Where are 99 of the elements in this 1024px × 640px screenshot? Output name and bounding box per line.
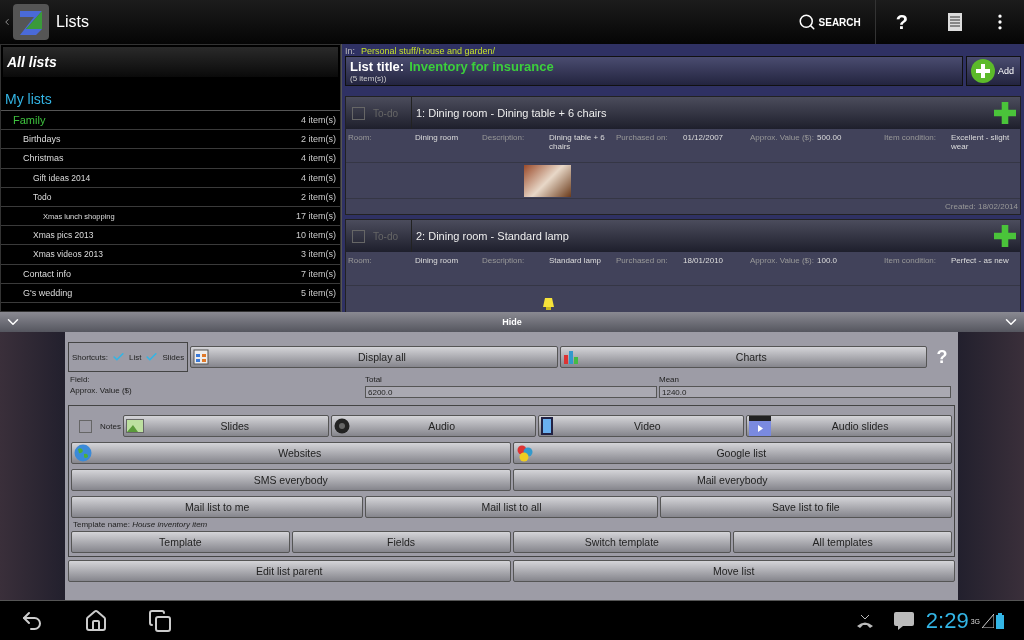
film-icon [541,417,554,435]
signal-icon [982,613,994,628]
action-button[interactable]: Video [538,415,745,437]
plus-icon[interactable] [994,225,1016,247]
field-label: Room: [348,256,373,267]
column-heading: Total [365,375,383,384]
clock: 2:29 [925,607,969,634]
hide-bar[interactable]: Hide [0,312,1024,332]
option-label: List [129,352,142,362]
field-label: Room: [348,133,373,144]
template-name: Template name: House inventory item [73,520,209,529]
home-icon[interactable] [84,608,108,633]
list-item[interactable]: Xmas pics 2013 10 item(s) [1,226,340,246]
recent-apps-icon[interactable] [148,608,172,633]
search-button[interactable]: SEARCH [783,0,875,44]
option-label: Slides [162,352,185,362]
lamp-icon[interactable] [543,297,554,310]
action-button[interactable]: Mail everybody [512,469,952,491]
field-value: 18/01/2010 [683,256,725,267]
action-button[interactable]: Charts [559,346,927,368]
action-button[interactable]: Slides [122,415,329,437]
section-heading: My lists [1,79,340,111]
field-value: 100.0 [817,256,839,267]
list-item[interactable]: Christmas 4 item(s) [1,149,340,169]
column-heading: Mean [659,375,680,384]
photo-placeholder[interactable] [524,164,571,197]
action-button[interactable]: Switch template [512,531,732,553]
list-item[interactable]: Contact info 7 item(s) [1,264,340,284]
shortcuts-label: Shortcuts: [72,352,108,362]
field-value: Dining room [415,256,460,267]
action-button[interactable]: All templates [733,531,952,553]
field-label: Approx. Value ($): [750,256,815,267]
app-logo-icon[interactable] [12,3,50,41]
field-label: Field: [70,375,91,384]
field-label: Item condition: [884,133,938,144]
checkbox[interactable] [79,419,92,433]
checkbox[interactable] [352,229,365,243]
action-button[interactable]: Websites [71,442,511,464]
plus-icon[interactable] [994,102,1016,124]
action-button[interactable]: Mail list to all [365,496,658,518]
action-button[interactable]: Template [71,531,290,553]
add-button[interactable]: Add [966,56,1021,86]
action-button[interactable]: Mail list to me [71,496,364,518]
checkbox[interactable] [352,106,365,120]
field-label: Description: [482,256,526,267]
screen-title: Lists [56,13,90,31]
list-item[interactable]: Family 4 item(s) [1,111,340,131]
stat-field[interactable]: 6200.0 [365,386,657,398]
path-text: Personal stuff/House and garden/ [361,46,495,56]
missed-call-icon [855,612,874,629]
list-item[interactable]: G's wedding 5 item(s) [1,283,340,303]
field-value: Standard lamp [549,256,603,267]
search-icon [797,13,816,31]
action-button[interactable]: Save list to file [659,496,952,518]
field-value: Perfect - as new [951,256,1010,267]
created-date: Created: 18/02/2014 [944,201,1019,213]
field-label: Approx. Value ($): [750,133,815,144]
field-value: 01/12/2007 [683,133,725,144]
speaker-icon [333,418,350,434]
field-label: Item condition: [884,256,938,267]
field-value: Dining room [415,133,460,144]
field-name: Approx. Value ($) [70,386,133,397]
list-item[interactable]: Todo 2 item(s) [1,187,340,207]
circles-icon [515,444,534,462]
action-button[interactable]: Edit list parent [68,560,511,582]
action-button[interactable]: Audio [330,415,537,437]
action-button[interactable]: Audio slides [746,415,953,437]
action-button[interactable]: Move list [512,560,955,582]
field-value: Excellent - slight wear [951,133,1011,153]
action-button[interactable]: SMS everybody [71,469,511,491]
clapperboard-icon [749,416,772,436]
picture-icon [125,419,144,433]
field-label: Description: [482,133,526,144]
field-value: Dining table + 6 chairs [549,133,606,153]
list-item[interactable]: Xmas videos 2013 3 item(s) [1,245,340,265]
plus-circle-icon [971,59,995,83]
action-button[interactable]: Google list [512,442,952,464]
path-label: In: [345,46,355,56]
list-title: Inventory for insurance [409,59,554,74]
message-icon [893,611,914,630]
notes-label: Notes [100,421,121,431]
list-view-icon[interactable] [948,13,962,31]
globe-icon [74,444,92,462]
title-label: List title: [350,59,405,74]
field-value: 500.00 [817,133,843,144]
item-count: (5 item(s)) [350,74,388,83]
item-title[interactable]: 2: Dining room - Standard lamp [412,220,994,252]
bar-chart-icon [562,349,579,365]
action-button[interactable]: Display all [190,346,558,368]
list-item[interactable]: Birthdays 2 item(s) [1,130,340,150]
field-label: Purchased on: [616,256,669,267]
list-item[interactable]: Gift ideas 2014 4 item(s) [1,168,340,188]
stat-field[interactable]: 1240.0 [659,386,951,398]
item-title[interactable]: 1: Dining room - Dining table + 6 chairs [412,97,994,129]
sidebar-title: All lists [3,47,338,77]
grid-icon [193,349,210,365]
action-button[interactable]: Fields [291,531,511,553]
field-label: Purchased on: [616,133,669,144]
battery-icon [996,612,1004,629]
